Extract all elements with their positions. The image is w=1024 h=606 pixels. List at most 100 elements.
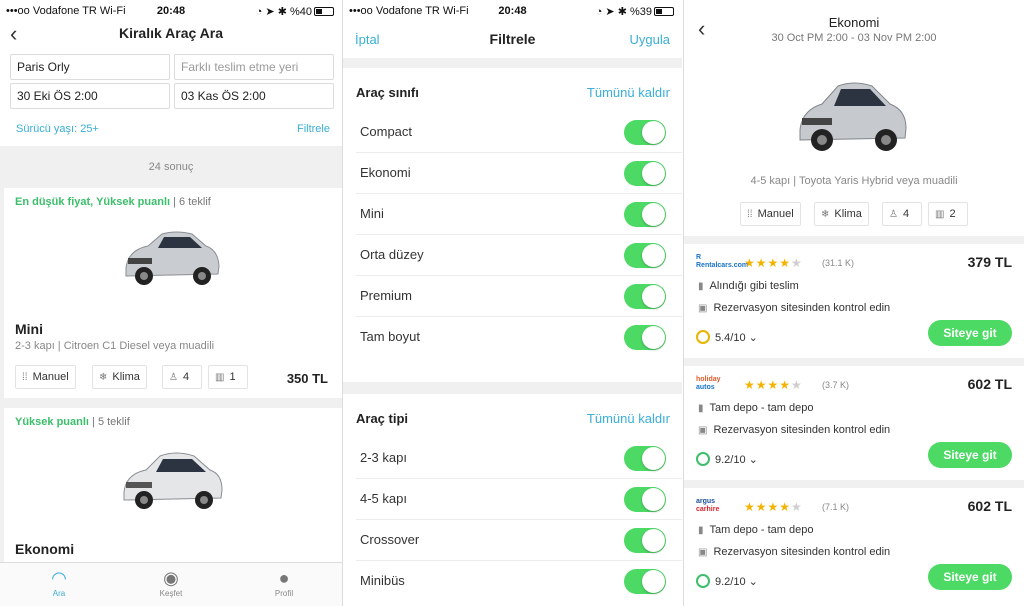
filter-row-compact: Compact	[343, 112, 682, 153]
offer-price: 379 TL	[967, 254, 1012, 270]
nav-header: İptal Filtrele Uygula	[343, 22, 682, 58]
booking-note: ▣ Rezervasyon sitesinden kontrol edin	[698, 546, 891, 558]
toggle-switch[interactable]	[624, 284, 666, 309]
pickup-date-field[interactable]: 30 Eki ÖS 2:00	[10, 83, 170, 109]
transmission-label: Manuel	[757, 208, 794, 220]
dropoff-location-field[interactable]: Farklı teslim etme yeri	[174, 54, 334, 80]
toggle-switch[interactable]	[624, 161, 666, 186]
seats-spec: ♙ 4	[162, 365, 202, 389]
result-card[interactable]: Yüksek puanlı | 5 teklif Ekonomi	[4, 408, 342, 568]
go-to-site-button[interactable]: Siteye git	[928, 442, 1012, 468]
offer-score[interactable]: 9.2/10 ⌄	[696, 452, 758, 466]
rating-stars: ★★★★★	[744, 256, 803, 270]
page-title: Kiralık Araç Ara	[118, 25, 223, 41]
toggle-switch[interactable]	[624, 487, 666, 512]
filter-link[interactable]: Filtrele	[297, 123, 330, 135]
rental-dates: 30 Oct PM 2:00 - 03 Nov PM 2:00	[771, 32, 937, 44]
toggle-switch[interactable]	[624, 243, 666, 268]
snowflake-icon: ❄	[99, 372, 108, 383]
battery-percent: %40	[289, 6, 312, 18]
car-class: Mini	[15, 321, 43, 337]
happy-face-icon	[696, 452, 710, 466]
clear-all-button[interactable]: Tümünü kaldır	[587, 85, 670, 100]
review-count: (31.1 K)	[822, 258, 855, 268]
gearbox-icon: ⁞⁞	[22, 372, 28, 383]
toggle-switch[interactable]	[624, 528, 666, 553]
chevron-down-icon: ⌄	[748, 332, 758, 344]
tag-highlight: En düşük fiyat, Yüksek puanlı	[15, 196, 171, 208]
tab-label: Profil	[274, 589, 294, 598]
filter-label: Compact	[360, 124, 413, 139]
seats-count: 4	[182, 371, 190, 383]
bags-spec: ▥ 2	[928, 202, 968, 226]
filter-label: 2-3 kapı	[360, 450, 407, 465]
snowflake-icon: ❄	[821, 209, 830, 220]
filter-row-premium: Premium	[343, 276, 682, 317]
vehicle-class-section: Araç sınıfı Tümünü kaldır Compact Ekonom…	[343, 68, 682, 382]
tab-explore[interactable]: ◉ Keşfet	[141, 567, 201, 598]
offer-card[interactable]: holiday autos ★★★★★ (3.7 K) 602 TL ▮ Tam d…	[684, 358, 1024, 480]
offer-card[interactable]: argus carhire ★★★★★ (7.1 K) 602 TL ▮ Tam d…	[684, 480, 1024, 602]
go-to-site-button[interactable]: Siteye git	[928, 564, 1012, 590]
filter-row-crossover: Crossover	[343, 520, 682, 561]
review-count: (3.7 K)	[822, 380, 850, 390]
dropoff-date-field[interactable]: 03 Kas ÖS 2:00	[174, 83, 334, 109]
toggle-switch[interactable]	[624, 446, 666, 471]
card-tag: Yüksek puanlı | 5 teklif	[15, 416, 130, 428]
filter-screen: •••oo Vodafone TR Wi-Fi 20:48 ◔ ➤ ✱ %39 …	[342, 0, 682, 606]
tab-label: Keşfet	[159, 589, 183, 598]
filter-row-tam-boyut: Tam boyut	[343, 317, 682, 358]
fuel-policy: ▮ Alındığı gibi teslim	[698, 280, 799, 292]
fuel-pump-icon: ▮	[698, 281, 704, 292]
toggle-switch[interactable]	[624, 120, 666, 145]
filter-row-2-3-doors: 2-3 kapı	[343, 438, 682, 479]
toggle-switch[interactable]	[624, 325, 666, 350]
gearbox-icon: ⁞⁞	[747, 209, 753, 220]
tab-profile[interactable]: ● Profil	[254, 567, 314, 598]
clear-all-button[interactable]: Tümünü kaldır	[587, 411, 670, 426]
status-bar: •••oo Vodafone TR Wi-Fi 20:48 ◔ ➤ ✱ %39	[343, 0, 682, 22]
toggle-switch[interactable]	[624, 569, 666, 594]
booking-note: ▣ Rezervasyon sitesinden kontrol edin	[698, 302, 891, 314]
battery-percent: %39	[629, 6, 652, 18]
tab-search[interactable]: ◠ Ara	[29, 567, 89, 598]
offer-card[interactable]: R Rentalcars.com ★★★★★ (31.1 K) 379 TL ▮ A…	[684, 236, 1024, 358]
battery-icon	[314, 7, 334, 16]
filter-row-4-5-doors: 4-5 kapı	[343, 479, 682, 520]
filter-row-mini: Mini	[343, 194, 682, 235]
page-title: Ekonomi	[828, 15, 880, 30]
bus-icon: ▣	[698, 547, 708, 558]
fuel-pump-icon: ▮	[698, 525, 704, 536]
transmission-spec: ⁞⁞ Manuel	[740, 202, 801, 226]
provider-logo: holiday autos	[696, 376, 721, 391]
offer-price: 602 TL	[967, 376, 1012, 392]
offer-score[interactable]: 9.2/10 ⌄	[696, 574, 758, 588]
transmission-spec: ⁞⁞ Manuel	[15, 365, 76, 389]
pickup-location-field[interactable]: Paris Orly	[10, 54, 170, 80]
driver-age-link[interactable]: Sürücü yaşı: 25+	[16, 123, 99, 135]
review-count: (7.1 K)	[822, 502, 850, 512]
person-icon: ♙	[889, 209, 898, 220]
seats-spec: ♙ 4	[882, 202, 922, 226]
provider-logo: R Rentalcars.com	[696, 254, 749, 269]
user-icon: ●	[278, 568, 290, 588]
section-header: Araç tipi	[356, 411, 409, 426]
car-class: Ekonomi	[15, 541, 75, 557]
go-to-site-button[interactable]: Siteye git	[928, 320, 1012, 346]
compass-icon: ◉	[163, 568, 179, 588]
toggle-switch[interactable]	[624, 202, 666, 227]
seats-count: 4	[902, 208, 910, 220]
car-image	[123, 452, 223, 509]
offer-score[interactable]: 5.4/10 ⌄	[696, 330, 758, 344]
chevron-down-icon: ⌄	[748, 576, 758, 588]
result-card[interactable]: En düşük fiyat, Yüksek puanlı | 6 teklif…	[4, 188, 342, 398]
bags-count: 1	[229, 371, 236, 383]
bus-icon: ▣	[698, 425, 708, 436]
fuel-pump-icon: ▮	[698, 403, 704, 414]
tag-offers: | 5 teklif	[88, 416, 130, 428]
battery-indicator: ◔ ➤ ✱ %40	[256, 5, 334, 18]
ac-spec: ❄ Klima	[92, 365, 147, 389]
filter-label: Tam boyut	[360, 329, 420, 344]
apply-button[interactable]: Uygula	[630, 32, 670, 47]
filter-label: Mini	[360, 206, 384, 221]
